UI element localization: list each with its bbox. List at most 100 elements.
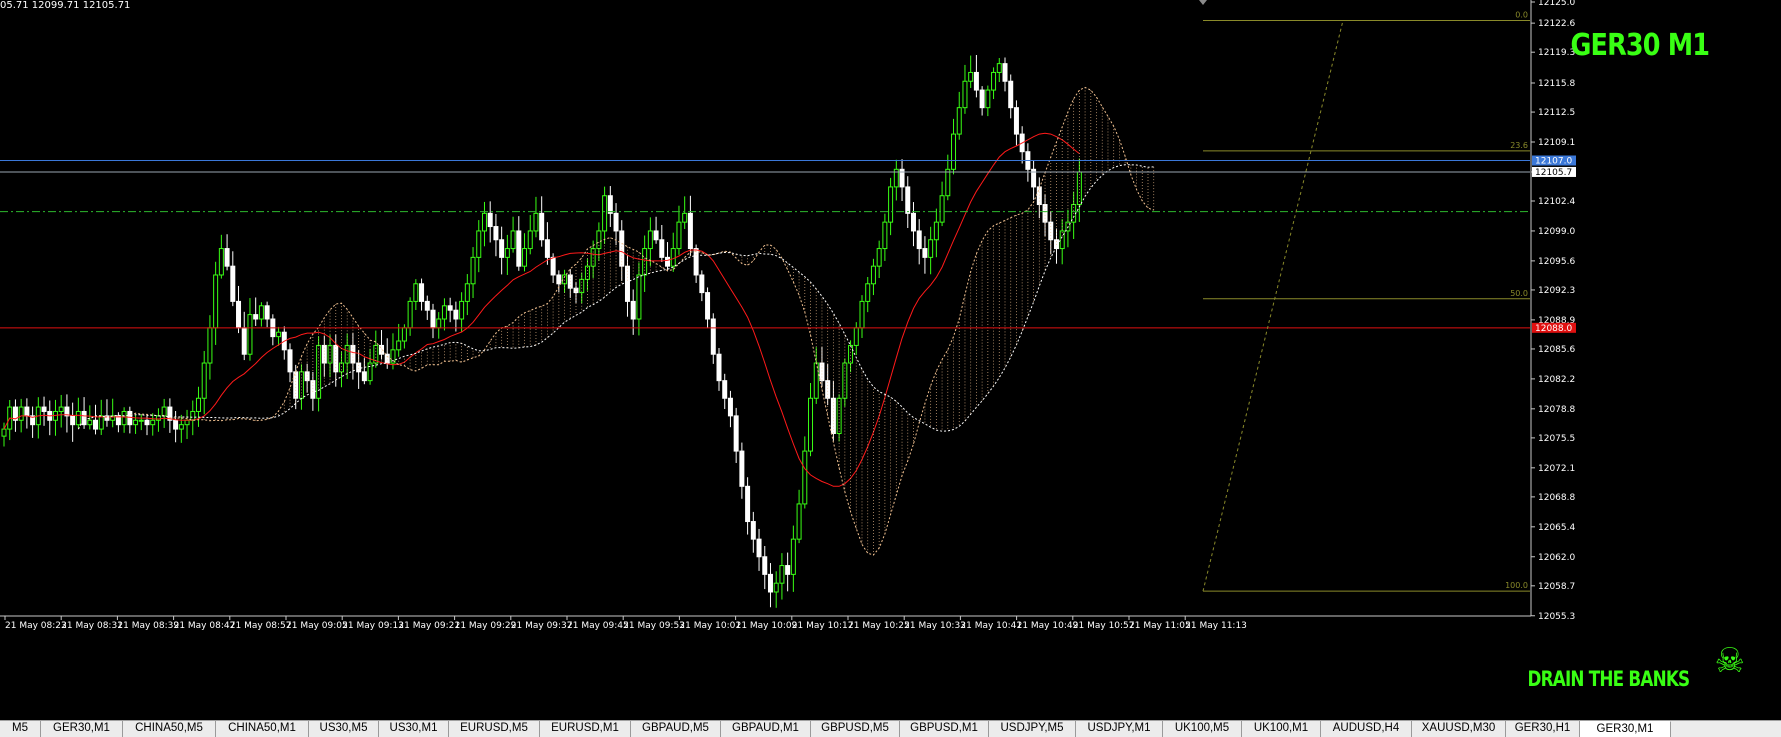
candle-body: [756, 538, 762, 558]
candle-body: [859, 300, 865, 329]
candle-body: [665, 256, 671, 267]
y-tick-label: 12055.3: [1538, 612, 1575, 622]
candle-body: [178, 424, 184, 430]
candle-body: [785, 565, 791, 575]
tab-3[interactable]: CHINA50,M1: [216, 721, 309, 737]
price-tag-label: 12105.7: [1535, 168, 1572, 178]
x-tick-label: 21 May 10:17: [792, 621, 854, 631]
candle-body: [733, 415, 739, 452]
tab-5[interactable]: US30,M1: [379, 721, 449, 737]
candle-body: [41, 406, 47, 412]
candle-body: [693, 248, 699, 276]
x-tick-label: 21 May 08:47: [174, 621, 236, 631]
x-tick-label: 21 May 09:21: [398, 621, 460, 631]
tab-6[interactable]: EURUSD,M5: [449, 721, 540, 737]
symbol-title: GER30 M1: [1570, 28, 1710, 63]
candle-body: [779, 565, 785, 584]
x-tick-label: 21 May 09:45: [567, 621, 629, 631]
candle-body: [739, 450, 745, 487]
candle-body: [945, 168, 951, 197]
candle-body: [144, 419, 150, 426]
x-tick-label: 21 May 11:05: [1129, 621, 1191, 631]
candle-body: [796, 503, 802, 540]
candle-body: [773, 582, 779, 593]
candle-body: [516, 230, 522, 267]
candle-body: [802, 450, 808, 505]
candle-body: [928, 239, 934, 258]
tab-9[interactable]: GBPAUD,M1: [721, 721, 811, 737]
candle-body: [276, 331, 282, 338]
candle-body: [24, 406, 30, 417]
candle-body: [916, 230, 922, 250]
x-tick-label: 21 May 08:31: [61, 621, 123, 631]
y-tick-label: 12112.5: [1538, 108, 1575, 118]
tab-19[interactable]: GER30,M1: [1580, 721, 1671, 737]
candle-body: [173, 419, 179, 430]
candle-body: [447, 305, 453, 311]
candle-body: [848, 344, 854, 364]
y-tick-label: 12109.1: [1538, 138, 1575, 148]
fib-level-label: 23.6: [1510, 141, 1528, 150]
tab-11[interactable]: GBPUSD,M1: [900, 721, 989, 737]
tab-4[interactable]: US30,M5: [309, 721, 379, 737]
x-tick-label: 21 May 09:13: [342, 621, 404, 631]
candle-body: [882, 221, 888, 250]
candle-body: [870, 265, 876, 285]
price-chart[interactable]: 12125.012122.612119.312115.812112.512109…: [0, 0, 1781, 720]
candle-body: [361, 371, 367, 382]
candle-body: [401, 327, 407, 342]
candle-body: [430, 309, 436, 329]
candle-body: [653, 230, 659, 241]
tab-0[interactable]: M5: [0, 721, 41, 737]
tab-2[interactable]: CHINA50,M5: [123, 721, 216, 737]
tab-17[interactable]: XAUUSD,M30: [1412, 721, 1506, 737]
candle-body: [98, 415, 104, 430]
tab-13[interactable]: USDJPY,M1: [1076, 721, 1163, 737]
candle-body: [687, 212, 693, 250]
shift-marker-icon: [1199, 0, 1207, 5]
candle-body: [939, 195, 945, 223]
candle-body: [539, 212, 545, 241]
candle-body: [356, 362, 362, 373]
candle-body: [659, 239, 665, 258]
y-tick-label: 12082.2: [1538, 375, 1575, 385]
tab-18[interactable]: GER30,H1: [1506, 721, 1580, 737]
candle-body: [161, 406, 167, 417]
candle-body: [905, 186, 911, 214]
candle-body: [499, 239, 505, 258]
candle-body: [464, 283, 470, 302]
candle-body: [819, 362, 825, 382]
candle-body: [808, 397, 814, 452]
candle-body: [481, 212, 487, 232]
candle-body: [121, 410, 127, 426]
candle-body: [910, 212, 916, 232]
tab-8[interactable]: GBPAUD,M5: [631, 721, 721, 737]
candle-body: [247, 314, 253, 355]
candle-body: [922, 248, 928, 258]
x-tick-label: 21 May 08:39: [117, 621, 179, 631]
candle-body: [985, 89, 991, 109]
ohlc-header: 05.71 12099.71 12105.71: [0, 0, 131, 11]
tab-16[interactable]: AUDUSD,H4: [1321, 721, 1412, 737]
tab-15[interactable]: UK100,M1: [1242, 721, 1321, 737]
candle-body: [453, 309, 459, 320]
y-tick-label: 12065.4: [1538, 523, 1575, 533]
tab-14[interactable]: UK100,M5: [1163, 721, 1242, 737]
candle-body: [745, 485, 751, 523]
candle-body: [213, 274, 219, 329]
candle-body: [287, 349, 293, 373]
candle-body: [767, 573, 773, 593]
candle-body: [813, 362, 819, 399]
candle-body: [619, 230, 625, 267]
tab-12[interactable]: USDJPY,M5: [989, 721, 1076, 737]
candle-body: [584, 265, 590, 280]
tab-7[interactable]: EURUSD,M1: [540, 721, 631, 737]
tab-1[interactable]: GER30,M1: [41, 721, 123, 737]
candle-body: [550, 256, 556, 276]
tab-10[interactable]: GBPUSD,M5: [811, 721, 900, 737]
y-tick-label: 12075.5: [1538, 434, 1575, 444]
y-tick-label: 12095.6: [1538, 257, 1575, 267]
candle-body: [1008, 80, 1014, 109]
candle-body: [710, 318, 716, 355]
candle-body: [968, 71, 974, 82]
